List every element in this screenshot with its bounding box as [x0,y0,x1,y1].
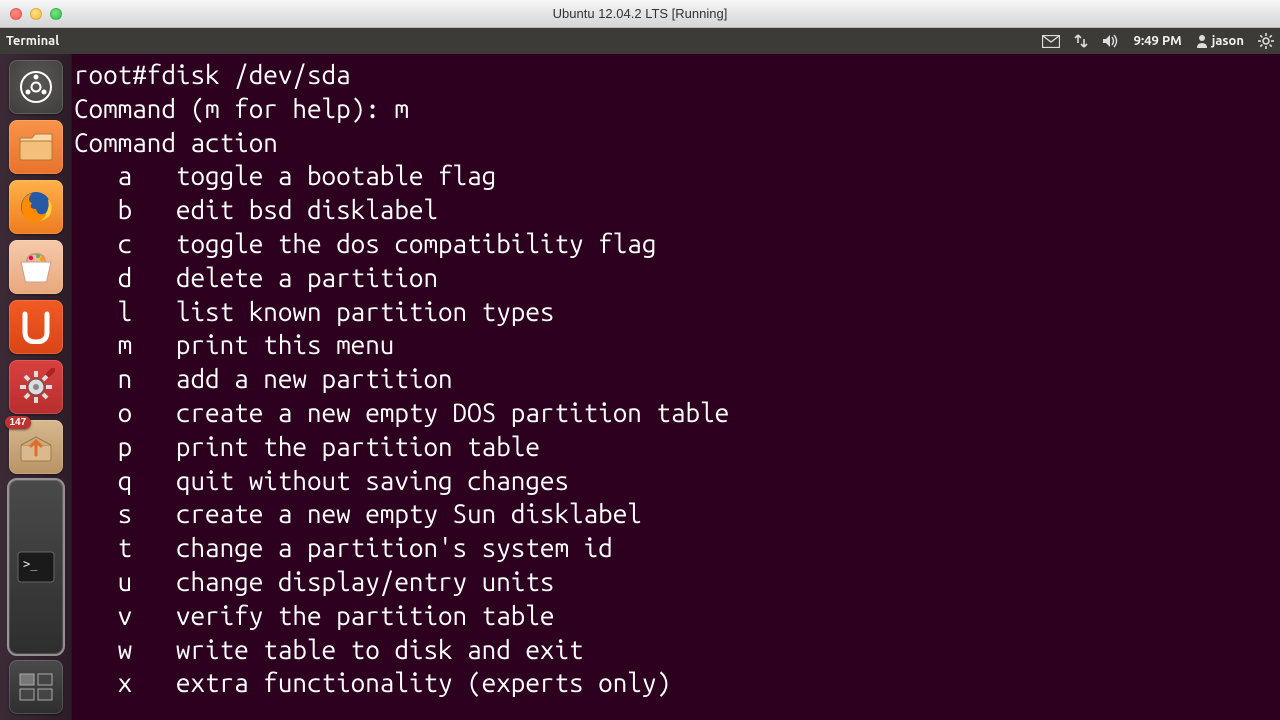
workspace: 147 >_ root#fdisk /dev/sdaCommand (m for… [0,54,1280,720]
sound-menu-icon[interactable] [1102,33,1120,49]
host-window-title: Ubuntu 12.04.2 LTS [Running] [0,6,1280,21]
dash-home-icon[interactable] [9,60,63,114]
terminal-line: x extra functionality (experts only) [74,666,1278,700]
files-icon[interactable] [9,120,63,174]
software-center-icon[interactable] [9,240,63,294]
terminal-line: l list known partition types [74,295,1278,329]
clock[interactable]: 9:49 PM [1134,34,1182,48]
terminal-line: w write table to disk and exit [74,633,1278,667]
terminal-line: p print the partition table [74,430,1278,464]
svg-text:>_: >_ [23,557,38,571]
zoom-window-button[interactable] [50,8,62,20]
terminal-line: u change display/entry units [74,565,1278,599]
terminal-line: root#fdisk /dev/sda [74,58,1278,92]
terminal-line: t change a partition's system id [74,531,1278,565]
update-count-badge: 147 [5,416,32,429]
terminal-line: d delete a partition [74,261,1278,295]
terminal-line: n add a new partition [74,362,1278,396]
terminal-icon[interactable]: >_ [9,480,63,654]
terminal-line: o create a new empty DOS partition table [74,396,1278,430]
user-menu[interactable]: jason [1196,34,1244,48]
user-icon [1196,34,1208,48]
terminal-line: q quit without saving changes [74,464,1278,498]
network-menu-icon[interactable] [1074,33,1088,49]
close-window-button[interactable] [10,8,22,20]
traffic-lights [0,8,62,20]
terminal-line: c toggle the dos compatibility flag [74,227,1278,261]
terminal-line: v verify the partition table [74,599,1278,633]
unity-launcher: 147 >_ [0,54,72,720]
system-menu-icon[interactable] [1258,33,1274,49]
workspace-switcher-icon[interactable] [9,660,63,714]
app-menu-terminal[interactable]: Terminal [6,34,59,48]
terminal-line: b edit bsd disklabel [74,193,1278,227]
terminal-line: s create a new empty Sun disklabel [74,497,1278,531]
system-settings-icon[interactable] [9,360,63,414]
firefox-icon[interactable] [9,180,63,234]
ubuntu-one-icon[interactable] [9,300,63,354]
terminal-line: Command (m for help): m [74,92,1278,126]
terminal-line: m print this menu [74,328,1278,362]
software-updater-icon[interactable]: 147 [9,420,63,474]
user-label: jason [1212,34,1244,48]
host-window-titlebar: Ubuntu 12.04.2 LTS [Running] [0,0,1280,28]
terminal-line: a toggle a bootable flag [74,159,1278,193]
terminal-pane[interactable]: root#fdisk /dev/sdaCommand (m for help):… [72,54,1280,720]
gnome-menubar: Terminal 9:49 PM jason [0,28,1280,54]
terminal-line: Command action [74,126,1278,160]
minimize-window-button[interactable] [30,8,42,20]
messaging-menu-icon[interactable] [1042,35,1060,48]
